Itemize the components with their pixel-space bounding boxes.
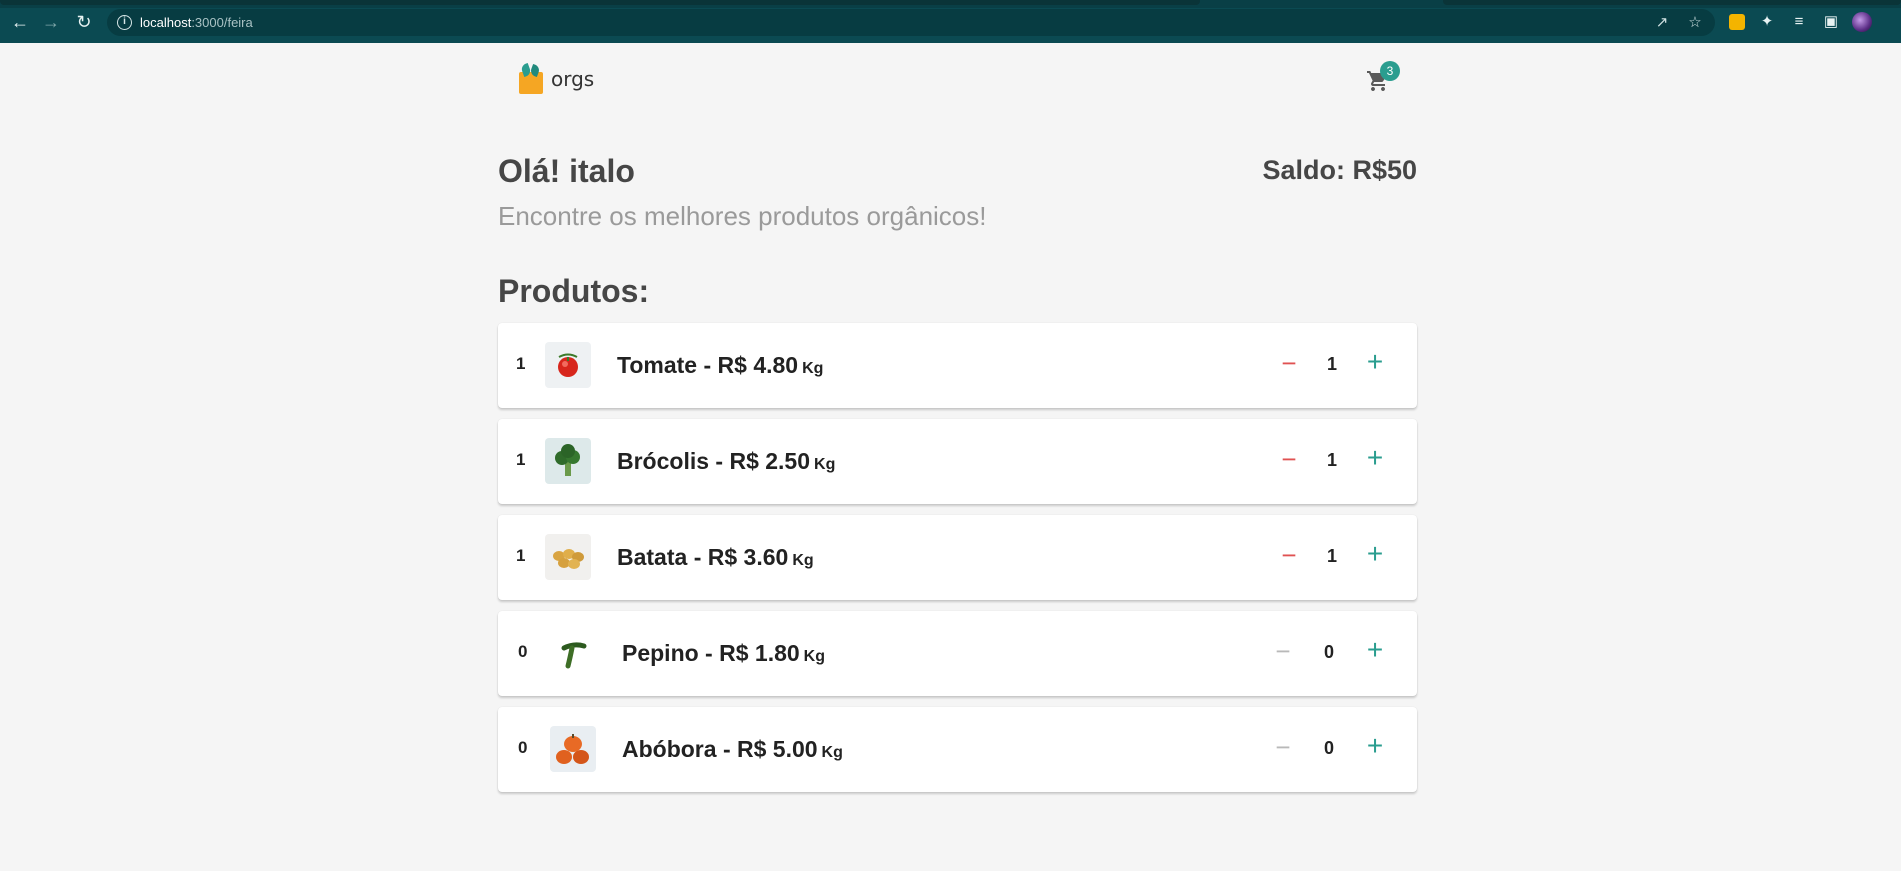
decrease-button[interactable]: − xyxy=(1269,638,1297,666)
product-name: Batata - R$ 3.60 Kg xyxy=(617,544,814,570)
product-name: Pepino - R$ 1.80 Kg xyxy=(622,640,825,666)
share-icon[interactable]: ↗ xyxy=(1653,14,1671,32)
page-content: orgs 3 Olá! italo Saldo: R$50 Encontre o… xyxy=(0,43,1901,871)
product-card-broccoli: 1 Brócolis - R$ 2.50 Kg − 1 + xyxy=(498,419,1417,504)
subtitle: Encontre os melhores produtos orgânicos! xyxy=(498,201,987,231)
logo[interactable]: orgs xyxy=(518,62,595,95)
product-list: 1 Tomate - R$ 4.80 Kg − 1 + 1 Brócolis - … xyxy=(498,323,1417,803)
tab[interactable] xyxy=(0,0,1200,5)
increase-button[interactable]: + xyxy=(1361,444,1389,472)
increase-button[interactable]: + xyxy=(1361,540,1389,568)
pumpkin-image xyxy=(550,726,596,772)
tomato-image xyxy=(545,342,591,388)
product-quantity: 1 xyxy=(516,546,526,565)
side-panel-icon[interactable]: ▣ xyxy=(1821,12,1841,32)
quantity-value: 1 xyxy=(1326,450,1337,470)
url-text[interactable]: localhost:3000/feira xyxy=(140,15,253,30)
products-heading: Produtos: xyxy=(498,273,650,309)
product-quantity: 1 xyxy=(516,450,526,469)
site-info-icon[interactable]: i xyxy=(117,15,132,30)
product-card-tomato: 1 Tomate - R$ 4.80 Kg − 1 + xyxy=(498,323,1417,408)
product-name: Brócolis - R$ 2.50 Kg xyxy=(617,448,836,474)
product-quantity: 0 xyxy=(518,738,528,757)
balance-label: Saldo: R$50 xyxy=(1262,155,1417,185)
greeting-title: Olá! italo xyxy=(498,153,635,189)
broccoli-image xyxy=(545,438,591,484)
quantity-value: 0 xyxy=(1323,738,1334,758)
profile-avatar[interactable] xyxy=(1852,12,1872,32)
tab[interactable] xyxy=(1443,0,1901,5)
quantity-value: 0 xyxy=(1323,642,1334,662)
decrease-button[interactable]: − xyxy=(1275,542,1303,570)
address-bar[interactable]: i localhost:3000/feira ↗ ☆ xyxy=(107,9,1715,36)
reading-list-icon[interactable]: ≡ xyxy=(1789,12,1809,32)
product-card-cucumber: 0 Pepino - R$ 1.80 Kg − 0 + xyxy=(498,611,1417,696)
logo-text: orgs xyxy=(551,67,595,91)
back-icon[interactable]: ← xyxy=(11,13,29,31)
increase-button[interactable]: + xyxy=(1361,732,1389,760)
cart-count-badge: 3 xyxy=(1380,61,1400,81)
product-quantity: 0 xyxy=(518,642,528,661)
increase-button[interactable]: + xyxy=(1361,348,1389,376)
shopping-bag-logo-icon xyxy=(518,62,544,94)
tab-strip xyxy=(0,0,1901,8)
bookmark-star-icon[interactable]: ☆ xyxy=(1686,14,1704,32)
quantity-value: 1 xyxy=(1326,354,1337,374)
potato-image xyxy=(545,534,591,580)
browser-toolbar: ← → ↻ i localhost:3000/feira ↗ ☆ ✦ ≡ ▣ xyxy=(0,0,1901,43)
reload-icon[interactable]: ↻ xyxy=(75,13,93,31)
product-card-potato: 1 Batata - R$ 3.60 Kg − 1 + xyxy=(498,515,1417,600)
decrease-button[interactable]: − xyxy=(1269,734,1297,762)
cucumber-image xyxy=(550,630,596,676)
quantity-value: 1 xyxy=(1326,546,1337,566)
decrease-button[interactable]: − xyxy=(1275,350,1303,378)
product-name: Abóbora - R$ 5.00 Kg xyxy=(622,736,843,762)
increase-button[interactable]: + xyxy=(1361,636,1389,664)
product-name: Tomate - R$ 4.80 Kg xyxy=(617,352,824,378)
product-quantity: 1 xyxy=(516,354,526,373)
extensions-puzzle-icon[interactable]: ✦ xyxy=(1757,12,1777,32)
product-card-pumpkin: 0 Abóbora - R$ 5.00 Kg − 0 + xyxy=(498,707,1417,792)
forward-icon[interactable]: → xyxy=(42,13,60,31)
decrease-button[interactable]: − xyxy=(1275,446,1303,474)
extension-icon[interactable] xyxy=(1729,14,1745,30)
